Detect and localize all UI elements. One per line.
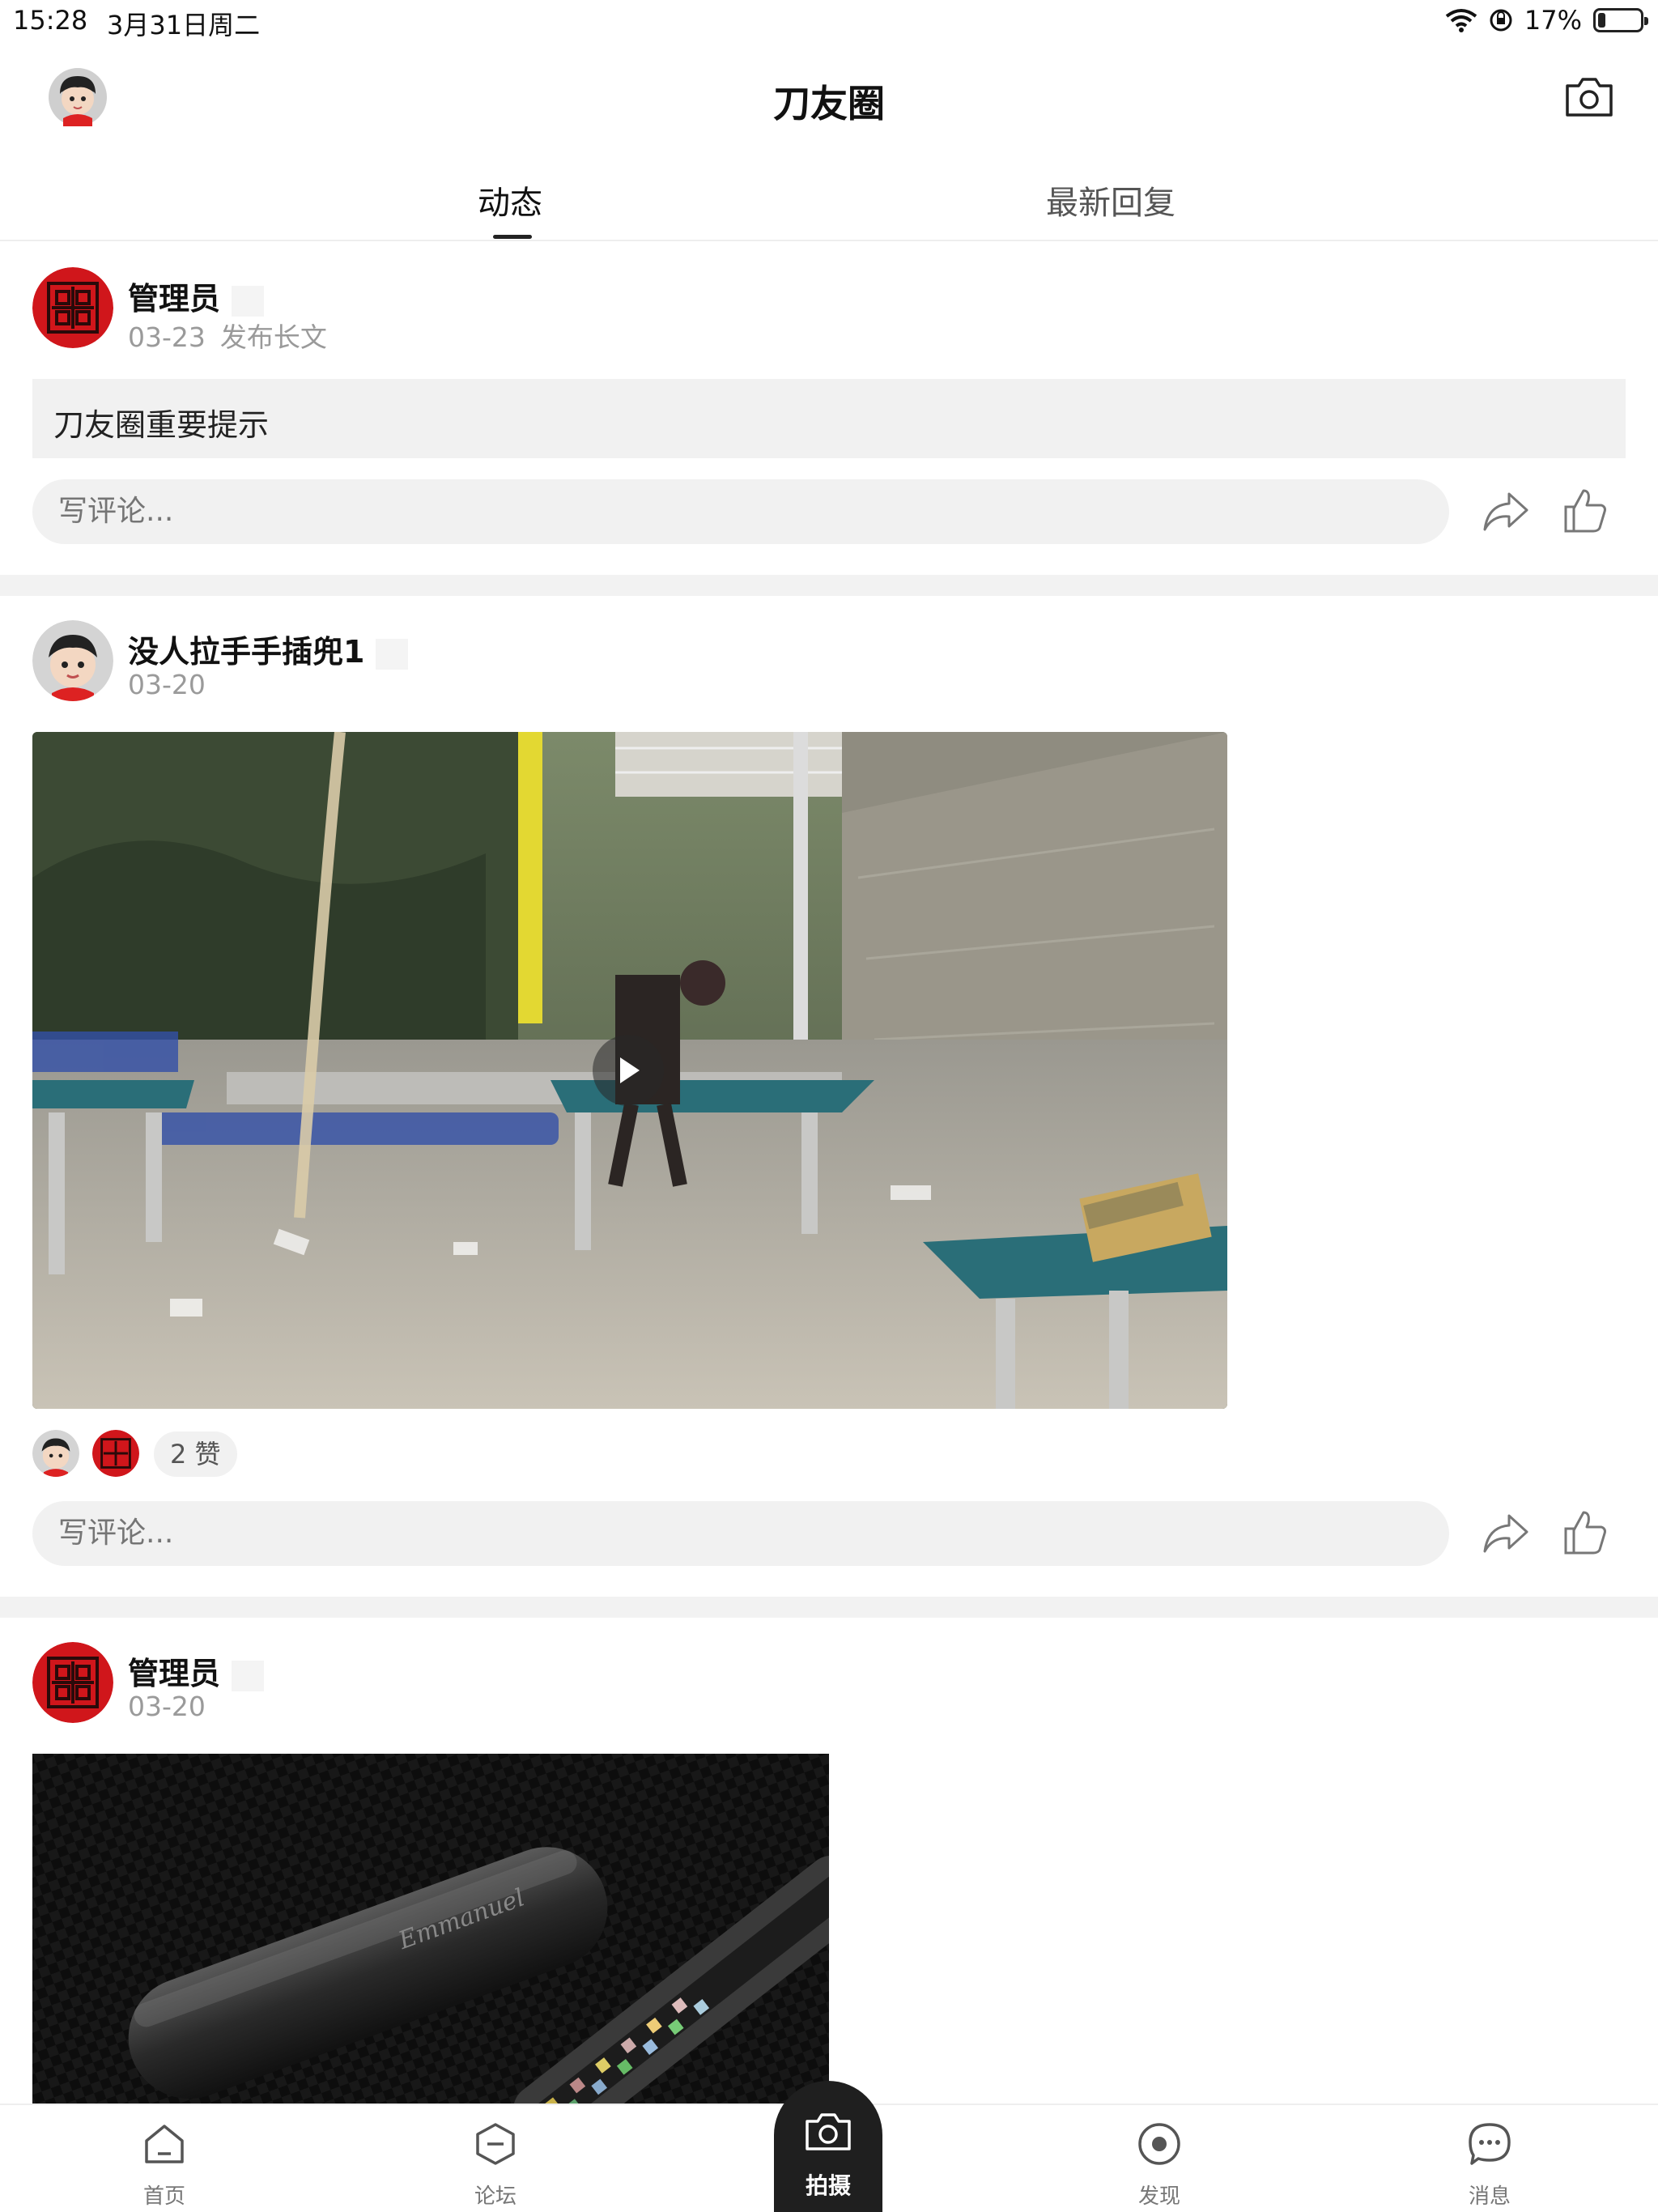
post-action: 发布长文 <box>219 321 327 353</box>
likers-row: 2 赞 <box>32 1430 518 1478</box>
author-name-text: 管理员 <box>128 1656 221 1691</box>
comment-input[interactable] <box>32 1501 1449 1566</box>
feed-tabs: 动态 最新回复 <box>0 155 1658 241</box>
nav-label: 发现 <box>1137 2184 1180 2209</box>
share-icon <box>1483 1514 1528 1553</box>
forum-icon <box>476 2123 515 2165</box>
tab-dynamics[interactable]: 动态 <box>478 177 542 223</box>
wifi-icon <box>1445 9 1477 32</box>
share-button[interactable] <box>1482 489 1530 534</box>
nav-label: 首页 <box>142 2184 185 2209</box>
share-icon <box>1483 492 1528 531</box>
messages-icon <box>1469 2123 1511 2165</box>
post-meta: 03-20 <box>128 1691 206 1722</box>
post-meta: 03-20 <box>128 669 206 700</box>
share-button[interactable] <box>1482 1511 1530 1556</box>
app-header: 刀友圈 <box>0 42 1658 155</box>
author-name[interactable]: 管理员 <box>128 1648 265 1693</box>
post-image[interactable]: Emmanuel <box>32 1754 829 2118</box>
user-badge <box>232 285 265 317</box>
comment-row <box>32 479 1652 544</box>
status-date: 3月31日周二 <box>107 10 261 40</box>
discover-icon <box>1138 2123 1180 2165</box>
post-date: 03-20 <box>128 669 206 700</box>
status-right: 17% <box>1445 5 1648 36</box>
long-article-title: 刀友圈重要提示 <box>53 407 270 443</box>
comment-row <box>32 1501 1652 1566</box>
feed-separator <box>0 575 1658 596</box>
like-button[interactable] <box>1562 486 1608 534</box>
nav-forum[interactable]: 论坛 <box>414 2105 576 2212</box>
post-meta: 03-23 发布长文 <box>128 316 327 355</box>
post-date: 03-20 <box>128 1691 206 1722</box>
user-badge <box>232 1660 265 1691</box>
nav-home[interactable]: 首页 <box>83 2105 245 2212</box>
tab-active-indicator <box>493 235 532 239</box>
play-icon[interactable] <box>593 1035 664 1106</box>
thumbs-up-icon <box>1564 1511 1606 1555</box>
liker-avatar[interactable] <box>92 1430 139 1477</box>
author-name[interactable]: 管理员 <box>128 274 265 318</box>
author-avatar[interactable] <box>32 620 113 701</box>
status-time: 15:28 <box>13 5 88 36</box>
post-card: 管理员 03-20 Emmanuel <box>0 1618 1658 2118</box>
author-name-text: 没人拉手手插兜1 <box>128 634 365 670</box>
tab-latest-replies[interactable]: 最新回复 <box>1046 177 1175 223</box>
feed-separator <box>0 1597 1658 1618</box>
comment-input[interactable] <box>32 479 1449 544</box>
battery-icon <box>1593 8 1648 32</box>
camera-button[interactable] <box>1564 74 1614 120</box>
page-title: 刀友圈 <box>773 82 885 125</box>
nav-messages[interactable]: 消息 <box>1409 2105 1571 2212</box>
author-avatar[interactable] <box>32 1642 113 1723</box>
post-date: 03-23 <box>128 321 206 353</box>
battery-percent: 17% <box>1524 5 1582 36</box>
like-button[interactable] <box>1562 1508 1608 1556</box>
like-count[interactable]: 2 赞 <box>154 1431 237 1477</box>
post-card: 没人拉手手插兜1 03-20 2 赞 写评论... <box>0 596 1658 1595</box>
orientation-lock-icon <box>1490 9 1512 32</box>
post-card: 管理员 03-23 发布长文 刀友圈重要提示 <box>0 243 1658 573</box>
nav-shoot-button[interactable]: 拍摄 <box>774 2081 882 2212</box>
knife-photo: Emmanuel <box>32 1754 829 2118</box>
nav-label: 拍摄 <box>805 2172 851 2199</box>
nav-discover[interactable]: 发现 <box>1078 2105 1240 2212</box>
video-thumbnail[interactable] <box>32 732 1227 1409</box>
author-name-text: 管理员 <box>128 281 221 317</box>
long-article-link[interactable]: 刀友圈重要提示 <box>32 379 1626 458</box>
camera-icon <box>1566 78 1613 117</box>
nav-label: 论坛 <box>474 2184 517 2209</box>
author-name[interactable]: 没人拉手手插兜1 <box>128 627 409 671</box>
nav-label: 消息 <box>1468 2184 1511 2209</box>
liker-avatar[interactable] <box>32 1430 79 1477</box>
status-bar: 15:28 3月31日周二 17% <box>0 0 1658 42</box>
home-icon <box>145 2125 184 2163</box>
camera-icon <box>806 2113 851 2150</box>
thumbs-up-icon <box>1564 489 1606 533</box>
author-avatar[interactable] <box>32 267 113 348</box>
user-badge <box>376 638 409 670</box>
